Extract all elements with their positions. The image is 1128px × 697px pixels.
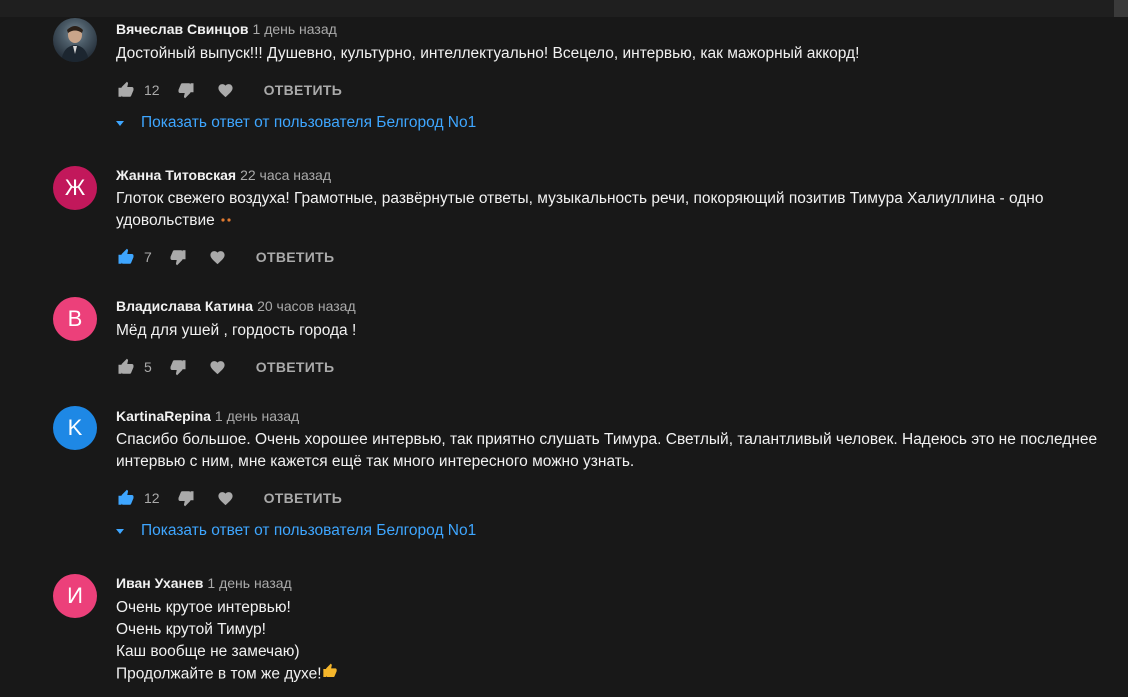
show-replies-button[interactable]: Показать ответ от пользователя Белгород … [116, 522, 476, 540]
comment-time[interactable]: 1 день назад [215, 408, 299, 424]
thumbs-down-icon [170, 250, 186, 266]
comment-line: Мёд для ушей , гордость города ! [116, 322, 357, 339]
thumbs-up-icon [118, 248, 134, 264]
heart-icon [218, 83, 233, 97]
thumbs-up-icon [118, 358, 134, 374]
comment-line: Очень крутое интервью! [116, 599, 291, 616]
scrollbar[interactable] [1114, 0, 1128, 17]
comment-time[interactable]: 1 день назад [207, 575, 291, 591]
avatar[interactable]: И [53, 574, 97, 618]
avatar[interactable]: K [53, 406, 97, 450]
comment-line: Каш вообще не замечаю) [116, 643, 300, 660]
author-name[interactable]: Владислава Катина [116, 298, 253, 314]
reply-button[interactable]: ОТВЕТИТЬ [264, 490, 343, 506]
comment-line-wrap: Продолжайте в том же духе! [116, 663, 1121, 686]
like-count: 5 [144, 359, 152, 375]
like-button[interactable] [116, 80, 136, 100]
heart-button[interactable] [208, 247, 228, 267]
comment-line: Глоток свежего воздуха! Грамотные, развё… [116, 190, 1044, 207]
dislike-button[interactable] [176, 80, 196, 100]
comment-text: Глоток свежего воздуха! Грамотные, развё… [116, 188, 1121, 232]
thumbs-down-icon [178, 83, 194, 99]
avatar[interactable]: В [53, 297, 97, 341]
comment-time[interactable]: 20 часов назад [257, 298, 356, 314]
reply-button[interactable]: ОТВЕТИТЬ [264, 82, 343, 98]
emoji-eyes-icon [219, 210, 233, 232]
comment-text: Очень крутое интервью! Очень крутой Тиму… [116, 597, 1121, 686]
heart-button[interactable] [208, 357, 228, 377]
comment-text: Достойный выпуск!!! Душевно, культурно, … [116, 43, 1121, 65]
comment-actions: 7 ОТВЕТИТЬ [116, 247, 334, 267]
like-button[interactable] [116, 247, 136, 267]
avatar-photo-icon [61, 26, 89, 62]
comment-actions: 12 ОТВЕТИТЬ [116, 488, 342, 508]
comment-header: Вячеслав Свинцов 1 день назад [116, 20, 337, 38]
like-button[interactable] [116, 488, 136, 508]
comment-header: Жанна Титовская 22 часа назад [116, 166, 331, 184]
avatar-letter: Ж [64, 175, 86, 200]
comment-header: Владислава Катина 20 часов назад [116, 297, 356, 315]
thumbs-up-icon [118, 489, 134, 505]
comment-actions: 12 ОТВЕТИТЬ [116, 80, 342, 100]
heart-icon [218, 491, 233, 505]
comment-text: Мёд для ушей , гордость города ! [116, 320, 1121, 342]
caret-down-icon [116, 121, 124, 126]
reply-button[interactable]: ОТВЕТИТЬ [256, 249, 335, 265]
comment-line: Достойный выпуск!!! Душевно, культурно, … [116, 45, 860, 62]
comment-time[interactable]: 1 день назад [253, 21, 337, 37]
comment-text: Спасибо большое. Очень хорошее интервью,… [116, 429, 1121, 473]
reply-button[interactable]: ОТВЕТИТЬ [256, 359, 335, 375]
thumbs-down-icon [178, 491, 194, 507]
avatar-letter: K [67, 415, 83, 440]
dislike-button[interactable] [176, 488, 196, 508]
author-name[interactable]: Иван Уханев [116, 575, 203, 591]
like-count: 12 [144, 82, 160, 98]
comment-line: Спасибо большое. Очень хорошее интервью,… [116, 431, 1098, 448]
comment-actions: 5 ОТВЕТИТЬ [116, 357, 334, 377]
emoji-thumbs-up-icon [322, 663, 338, 686]
avatar[interactable] [53, 18, 97, 62]
heart-button[interactable] [216, 80, 236, 100]
author-name[interactable]: Вячеслав Свинцов [116, 21, 249, 37]
comment-line: Очень крутой Тимур! [116, 621, 266, 638]
thumbs-up-icon [118, 81, 134, 97]
avatar[interactable]: Ж [53, 166, 97, 210]
like-count: 7 [144, 249, 152, 265]
comment-line-wrap: удовольствие [116, 210, 1121, 232]
heart-button[interactable] [216, 488, 236, 508]
comment-line: удовольствие [116, 212, 215, 230]
top-band [0, 0, 1128, 17]
show-replies-label: Показать ответ от пользователя Белгород … [141, 522, 477, 539]
comment-header: Иван Уханев 1 день назад [116, 574, 292, 592]
show-replies-label: Показать ответ от пользователя Белгород … [141, 114, 477, 131]
comment-line: интервью с ним, мне кажется ещё так мног… [116, 453, 635, 470]
author-name[interactable]: KartinaRepina [116, 408, 211, 424]
heart-icon [210, 360, 225, 374]
author-name[interactable]: Жанна Титовская [116, 167, 236, 183]
show-replies-button[interactable]: Показать ответ от пользователя Белгород … [116, 114, 476, 132]
like-count: 12 [144, 490, 160, 506]
comment-time[interactable]: 22 часа назад [240, 167, 331, 183]
avatar-letter: В [67, 306, 83, 331]
comment-header: KartinaRepina 1 день назад [116, 407, 299, 425]
comment-line: Продолжайте в том же духе! [116, 665, 322, 683]
caret-down-icon [116, 529, 124, 534]
dislike-button[interactable] [168, 247, 188, 267]
dislike-button[interactable] [168, 357, 188, 377]
heart-icon [210, 250, 225, 264]
thumbs-down-icon [170, 360, 186, 376]
avatar-letter: И [67, 583, 83, 608]
like-button[interactable] [116, 357, 136, 377]
